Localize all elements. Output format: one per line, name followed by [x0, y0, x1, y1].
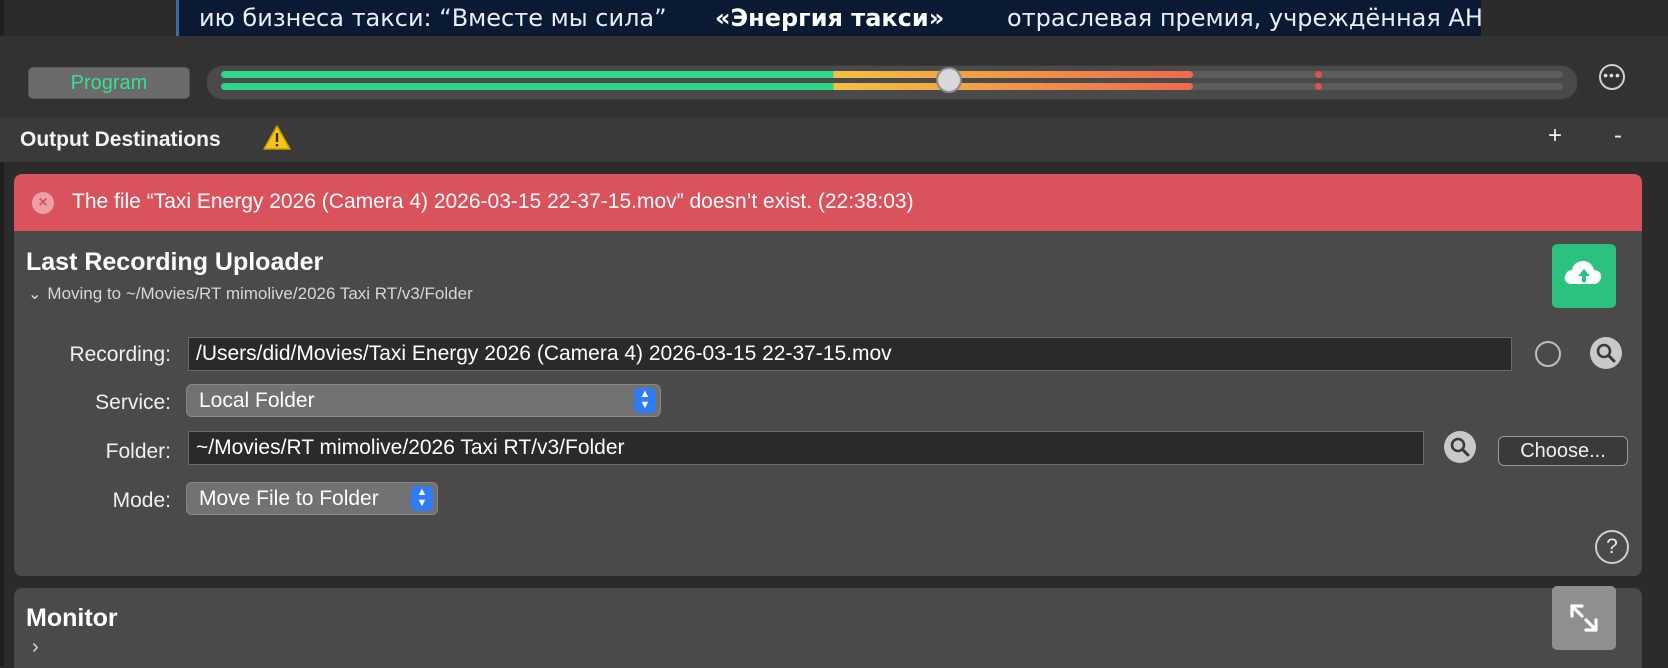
expand-arrows-icon [1570, 604, 1598, 632]
upload-button[interactable] [1552, 244, 1616, 308]
output-destinations-header: Output Destinations [0, 118, 1668, 162]
service-select[interactable]: Local Folder ▲ ▼ [186, 384, 661, 417]
more-options-icon[interactable]: ••• [1599, 64, 1625, 90]
folder-path-field[interactable]: ~/Movies/RT mimolive/2026 Taxi RT/v3/Fol… [188, 431, 1424, 465]
cloud-upload-icon [1564, 261, 1602, 284]
mode-value: Move File to Folder [199, 487, 379, 510]
ticker-text-1: ию бизнеса такси: “Вместе мы сила” [199, 4, 667, 32]
ticker-preview: ию бизнеса такси: “Вместе мы сила” «Энер… [176, 0, 1481, 36]
reveal-recording-button[interactable] [1590, 337, 1622, 369]
mode-select[interactable]: Move File to Folder ▲ ▼ [186, 482, 438, 515]
service-label: Service: [95, 391, 171, 414]
ticker-text-2: «Энергия такси» [715, 4, 945, 32]
expand-monitor-button[interactable] [1552, 586, 1616, 650]
volume-slider-knob[interactable] [936, 67, 962, 93]
monitor-title: Monitor [26, 604, 118, 632]
chevron-down-icon[interactable]: ⌄ [28, 284, 41, 304]
meter-level-left [221, 71, 1193, 78]
service-value: Local Folder [199, 389, 315, 412]
mode-label: Mode: [112, 489, 171, 512]
error-message: The file “Taxi Energy 2026 (Camera 4) 20… [72, 190, 914, 213]
help-button[interactable]: ? [1595, 530, 1629, 564]
monitor-panel: Monitor › [14, 588, 1642, 668]
reveal-folder-button[interactable] [1444, 431, 1476, 463]
folder-label: Folder: [105, 440, 171, 463]
meter-level-right [221, 83, 1193, 90]
peak-marker [1315, 83, 1322, 90]
error-banner: × The file “Taxi Energy 2026 (Camera 4) … [14, 174, 1642, 231]
remove-destination-button[interactable]: - [1614, 122, 1622, 150]
status-text: Moving to ~/Movies/RT mimolive/2026 Taxi… [47, 284, 473, 303]
select-arrows-icon: ▲ ▼ [411, 486, 433, 511]
error-close-icon[interactable]: × [32, 192, 54, 214]
choose-folder-button[interactable]: Choose... [1498, 436, 1628, 466]
select-arrows-icon: ▲ ▼ [634, 388, 656, 413]
last-recording-uploader-panel: × The file “Taxi Energy 2026 (Camera 4) … [14, 174, 1642, 576]
add-destination-button[interactable]: + [1548, 122, 1562, 150]
recording-label: Recording: [69, 343, 171, 366]
ticker-text-3: отраслевая премия, учреждённая АН [1007, 4, 1481, 32]
program-button[interactable]: Program [28, 67, 190, 99]
magnifier-icon [1596, 343, 1616, 363]
magnifier-icon [1450, 437, 1470, 457]
audio-level-meter[interactable] [206, 65, 1578, 100]
peak-marker [1315, 71, 1322, 78]
warning-icon[interactable] [262, 124, 292, 152]
panel-title: Last Recording Uploader [26, 248, 324, 276]
chevron-right-icon[interactable]: › [32, 636, 39, 659]
recording-path-field[interactable]: /Users/did/Movies/Taxi Energy 2026 (Came… [188, 337, 1512, 371]
section-title: Output Destinations [20, 128, 221, 151]
panel-status[interactable]: ⌄ Moving to ~/Movies/RT mimolive/2026 Tax… [28, 284, 473, 304]
recording-radio[interactable] [1535, 341, 1561, 367]
